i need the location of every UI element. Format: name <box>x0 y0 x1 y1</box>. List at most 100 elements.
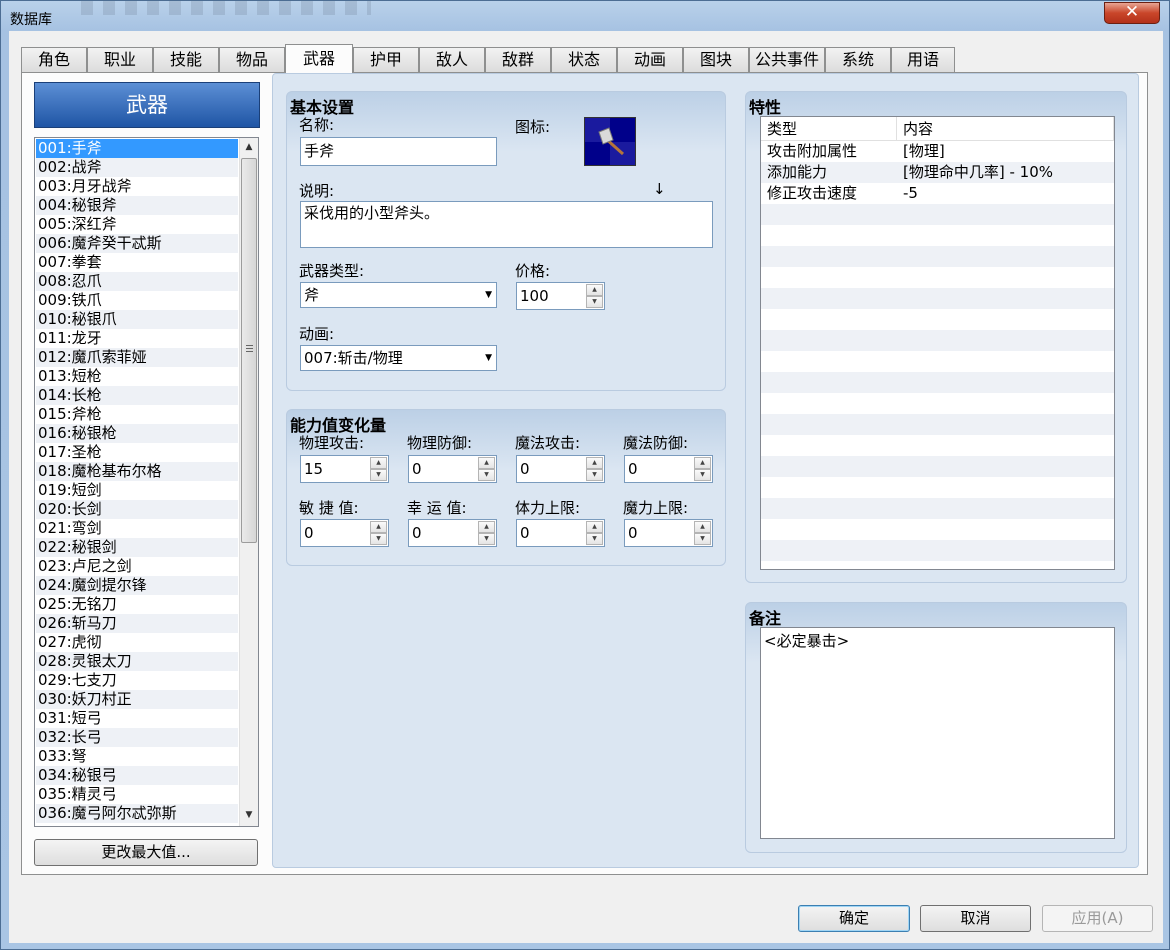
param-stepper[interactable]: 0 ▲ ▼ <box>300 519 389 547</box>
table-row[interactable] <box>761 372 1114 393</box>
tab-3[interactable]: 物品 <box>219 47 285 72</box>
list-item[interactable]: 004:秘银斧 <box>36 196 238 215</box>
table-row[interactable] <box>761 351 1114 372</box>
spin-down-icon[interactable]: ▼ <box>694 533 711 545</box>
param-stepper[interactable]: 15 ▲ ▼ <box>300 455 389 483</box>
tab-8[interactable]: 状态 <box>551 47 617 72</box>
table-row[interactable] <box>761 225 1114 246</box>
change-max-button[interactable]: 更改最大值... <box>34 839 258 866</box>
table-row[interactable] <box>761 498 1114 519</box>
tab-6[interactable]: 敌人 <box>419 47 485 72</box>
tab-2[interactable]: 技能 <box>153 47 219 72</box>
spin-up-icon[interactable]: ▲ <box>694 521 711 533</box>
tab-10[interactable]: 图块 <box>683 47 749 72</box>
description-input[interactable]: 采伐用的小型斧头。 <box>300 201 713 248</box>
spin-up-icon[interactable]: ▲ <box>586 521 603 533</box>
spin-up-icon[interactable]: ▲ <box>586 457 603 469</box>
ok-button[interactable]: 确定 <box>798 905 910 932</box>
weapon-type-select[interactable]: 斧 ▼ <box>300 282 497 308</box>
weapon-icon-button[interactable] <box>584 117 636 166</box>
traits-table[interactable]: 类型 内容 攻击附加属性 [物理] 添加能力 [物理命中几率] - 10% 修正攻击速度… <box>760 116 1115 570</box>
param-stepper[interactable]: 0 ▲ ▼ <box>408 519 497 547</box>
table-row[interactable]: 修正攻击速度 -5 <box>761 183 1114 204</box>
list-item[interactable]: 002:战斧 <box>36 158 238 177</box>
list-item[interactable]: 031:短弓 <box>36 709 238 728</box>
list-item[interactable]: 003:月牙战斧 <box>36 177 238 196</box>
tab-12[interactable]: 系统 <box>825 47 891 72</box>
close-button[interactable]: ✕ <box>1104 2 1160 24</box>
price-stepper[interactable]: 100 ▲ ▼ <box>516 282 605 310</box>
table-row[interactable]: 添加能力 [物理命中几率] - 10% <box>761 162 1114 183</box>
list-item[interactable]: 018:魔枪基布尔格 <box>36 462 238 481</box>
table-row[interactable] <box>761 540 1114 561</box>
list-item[interactable]: 036:魔弓阿尔忒弥斯 <box>36 804 238 823</box>
list-item[interactable]: 006:魔斧癸干忒斯 <box>36 234 238 253</box>
spin-down-icon[interactable]: ▼ <box>478 469 495 481</box>
param-stepper[interactable]: 0 ▲ ▼ <box>624 519 713 547</box>
table-row[interactable] <box>761 519 1114 540</box>
table-row[interactable]: 攻击附加属性 [物理] <box>761 141 1114 162</box>
spin-up-icon[interactable]: ▲ <box>478 521 495 533</box>
tab-1[interactable]: 职业 <box>87 47 153 72</box>
tab-13[interactable]: 用语 <box>891 47 955 72</box>
spin-up-icon[interactable]: ▲ <box>586 284 603 296</box>
table-row[interactable] <box>761 393 1114 414</box>
table-row[interactable] <box>761 477 1114 498</box>
list-item[interactable]: 020:长剑 <box>36 500 238 519</box>
param-stepper[interactable]: 0 ▲ ▼ <box>624 455 713 483</box>
table-row[interactable] <box>761 414 1114 435</box>
list-item[interactable]: 032:长弓 <box>36 728 238 747</box>
spin-up-icon[interactable]: ▲ <box>370 457 387 469</box>
list-item[interactable]: 008:忍爪 <box>36 272 238 291</box>
scroll-up-icon[interactable]: ▲ <box>240 138 258 156</box>
list-item[interactable]: 023:卢尼之剑 <box>36 557 238 576</box>
table-row[interactable] <box>761 267 1114 288</box>
name-input[interactable]: 手斧 <box>300 137 497 166</box>
list-item[interactable]: 009:铁爪 <box>36 291 238 310</box>
list-item[interactable]: 030:妖刀村正 <box>36 690 238 709</box>
list-item[interactable]: 021:弯剑 <box>36 519 238 538</box>
spin-up-icon[interactable]: ▲ <box>370 521 387 533</box>
scroll-down-icon[interactable]: ▼ <box>240 806 258 824</box>
notes-input[interactable]: <必定暴击> <box>760 627 1115 839</box>
list-item[interactable]: 014:长枪 <box>36 386 238 405</box>
spin-down-icon[interactable]: ▼ <box>370 533 387 545</box>
col-content-header[interactable]: 内容 <box>897 117 1114 141</box>
weapon-list-scrollbar[interactable]: ▲ ▼ <box>239 138 258 826</box>
list-item[interactable]: 017:圣枪 <box>36 443 238 462</box>
param-stepper[interactable]: 0 ▲ ▼ <box>516 455 605 483</box>
animation-select[interactable]: 007:斩击/物理 ▼ <box>300 345 497 371</box>
list-item[interactable]: 013:短枪 <box>36 367 238 386</box>
apply-button[interactable]: 应用(A) <box>1042 905 1153 932</box>
weapon-list[interactable]: 001:手斧 002:战斧 003:月牙战斧 004:秘银斧 005:深红斧 006:魔斧… <box>34 137 259 827</box>
list-item[interactable]: 028:灵银太刀 <box>36 652 238 671</box>
spin-down-icon[interactable]: ▼ <box>586 533 603 545</box>
title-bar[interactable]: 数据库 ✕ <box>1 1 1169 31</box>
scroll-thumb[interactable] <box>241 158 257 543</box>
list-item[interactable]: 005:深红斧 <box>36 215 238 234</box>
list-item[interactable]: 035:精灵弓 <box>36 785 238 804</box>
list-item[interactable]: 011:龙牙 <box>36 329 238 348</box>
list-item[interactable]: 010:秘银爪 <box>36 310 238 329</box>
list-item[interactable]: 019:短剑 <box>36 481 238 500</box>
spin-down-icon[interactable]: ▼ <box>478 533 495 545</box>
list-item[interactable]: 012:魔爪索菲娅 <box>36 348 238 367</box>
tab-0[interactable]: 角色 <box>21 47 87 72</box>
table-row[interactable] <box>761 204 1114 225</box>
list-item[interactable]: 007:拳套 <box>36 253 238 272</box>
cancel-button[interactable]: 取消 <box>920 905 1031 932</box>
tab-4[interactable]: 武器 <box>285 44 353 73</box>
spin-down-icon[interactable]: ▼ <box>586 296 603 308</box>
tab-7[interactable]: 敌群 <box>485 47 551 72</box>
tab-5[interactable]: 护甲 <box>353 47 419 72</box>
tab-9[interactable]: 动画 <box>617 47 683 72</box>
spin-down-icon[interactable]: ▼ <box>586 469 603 481</box>
list-item[interactable]: 026:斩马刀 <box>36 614 238 633</box>
spin-up-icon[interactable]: ▲ <box>478 457 495 469</box>
col-type-header[interactable]: 类型 <box>761 117 897 141</box>
list-item[interactable]: 015:斧枪 <box>36 405 238 424</box>
param-stepper[interactable]: 0 ▲ ▼ <box>408 455 497 483</box>
spin-up-icon[interactable]: ▲ <box>694 457 711 469</box>
spin-down-icon[interactable]: ▼ <box>694 469 711 481</box>
list-item[interactable]: 029:七支刀 <box>36 671 238 690</box>
